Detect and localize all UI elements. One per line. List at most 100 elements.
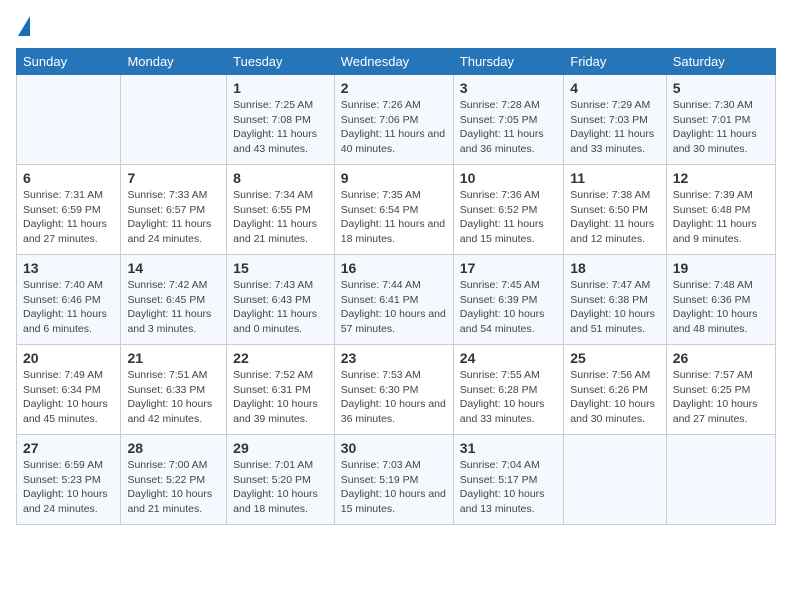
day-number: 21 [127, 350, 220, 366]
day-number: 12 [673, 170, 769, 186]
day-info: Sunrise: 7:55 AMSunset: 6:28 PMDaylight:… [460, 368, 557, 427]
calendar-cell: 4 Sunrise: 7:29 AMSunset: 7:03 PMDaylight… [564, 75, 666, 165]
calendar-cell: 25 Sunrise: 7:56 AMSunset: 6:26 PMDayligh… [564, 345, 666, 435]
calendar-cell [121, 75, 227, 165]
day-info: Sunrise: 7:29 AMSunset: 7:03 PMDaylight:… [570, 98, 659, 157]
day-number: 26 [673, 350, 769, 366]
header-cell-saturday: Saturday [666, 49, 775, 75]
calendar-cell: 9 Sunrise: 7:35 AMSunset: 6:54 PMDaylight… [334, 165, 453, 255]
day-number: 5 [673, 80, 769, 96]
day-number: 6 [23, 170, 114, 186]
header-cell-tuesday: Tuesday [227, 49, 335, 75]
logo [16, 16, 30, 36]
calendar-cell: 23Sunrise: 7:53 AMSunset: 6:30 PMDayligh… [334, 345, 453, 435]
day-number: 1 [233, 80, 328, 96]
calendar-cell: 31 Sunrise: 7:04 AMSunset: 5:17 PMDayligh… [453, 435, 563, 525]
day-info: Sunrise: 7:40 AMSunset: 6:46 PMDaylight:… [23, 278, 114, 337]
day-number: 28 [127, 440, 220, 456]
calendar-cell: 13 Sunrise: 7:40 AMSunset: 6:46 PMDayligh… [17, 255, 121, 345]
logo-triangle-icon [18, 16, 30, 36]
header-row: SundayMondayTuesdayWednesdayThursdayFrid… [17, 49, 776, 75]
header-cell-friday: Friday [564, 49, 666, 75]
day-info: Sunrise: 7:56 AMSunset: 6:26 PMDaylight:… [570, 368, 659, 427]
calendar-cell: 18Sunrise: 7:47 AMSunset: 6:38 PMDayligh… [564, 255, 666, 345]
calendar-cell: 19 Sunrise: 7:48 AMSunset: 6:36 PMDayligh… [666, 255, 775, 345]
day-number: 10 [460, 170, 557, 186]
calendar-cell: 26Sunrise: 7:57 AMSunset: 6:25 PMDayligh… [666, 345, 775, 435]
day-number: 11 [570, 170, 659, 186]
day-info: Sunrise: 7:03 AMSunset: 5:19 PMDaylight:… [341, 458, 447, 517]
page-header [16, 16, 776, 36]
header-cell-thursday: Thursday [453, 49, 563, 75]
day-info: Sunrise: 7:51 AMSunset: 6:33 PMDaylight:… [127, 368, 220, 427]
day-info: Sunrise: 7:38 AMSunset: 6:50 PMDaylight:… [570, 188, 659, 247]
day-info: Sunrise: 7:30 AMSunset: 7:01 PMDaylight:… [673, 98, 769, 157]
week-row-5: 27Sunrise: 6:59 AMSunset: 5:23 PMDayligh… [17, 435, 776, 525]
day-info: Sunrise: 7:49 AMSunset: 6:34 PMDaylight:… [23, 368, 114, 427]
day-number: 8 [233, 170, 328, 186]
day-number: 16 [341, 260, 447, 276]
calendar-cell: 1 Sunrise: 7:25 AMSunset: 7:08 PMDaylight… [227, 75, 335, 165]
day-info: Sunrise: 7:42 AMSunset: 6:45 PMDaylight:… [127, 278, 220, 337]
day-number: 14 [127, 260, 220, 276]
day-info: Sunrise: 7:47 AMSunset: 6:38 PMDaylight:… [570, 278, 659, 337]
day-info: Sunrise: 7:33 AMSunset: 6:57 PMDaylight:… [127, 188, 220, 247]
calendar-cell: 14 Sunrise: 7:42 AMSunset: 6:45 PMDayligh… [121, 255, 227, 345]
calendar-cell [666, 435, 775, 525]
day-info: Sunrise: 7:28 AMSunset: 7:05 PMDaylight:… [460, 98, 557, 157]
day-info: Sunrise: 7:01 AMSunset: 5:20 PMDaylight:… [233, 458, 328, 517]
header-cell-monday: Monday [121, 49, 227, 75]
calendar-cell: 6 Sunrise: 7:31 AMSunset: 6:59 PMDaylight… [17, 165, 121, 255]
day-info: Sunrise: 7:48 AMSunset: 6:36 PMDaylight:… [673, 278, 769, 337]
day-number: 17 [460, 260, 557, 276]
calendar-cell: 20Sunrise: 7:49 AMSunset: 6:34 PMDayligh… [17, 345, 121, 435]
calendar-cell: 30 Sunrise: 7:03 AMSunset: 5:19 PMDayligh… [334, 435, 453, 525]
day-number: 27 [23, 440, 114, 456]
day-info: Sunrise: 7:35 AMSunset: 6:54 PMDaylight:… [341, 188, 447, 247]
day-info: Sunrise: 7:44 AMSunset: 6:41 PMDaylight:… [341, 278, 447, 337]
day-number: 7 [127, 170, 220, 186]
day-number: 4 [570, 80, 659, 96]
day-info: Sunrise: 7:26 AMSunset: 7:06 PMDaylight:… [341, 98, 447, 157]
calendar-table: SundayMondayTuesdayWednesdayThursdayFrid… [16, 48, 776, 525]
calendar-cell: 21 Sunrise: 7:51 AMSunset: 6:33 PMDayligh… [121, 345, 227, 435]
day-number: 29 [233, 440, 328, 456]
day-info: Sunrise: 7:34 AMSunset: 6:55 PMDaylight:… [233, 188, 328, 247]
day-number: 9 [341, 170, 447, 186]
day-number: 23 [341, 350, 447, 366]
calendar-cell: 27Sunrise: 6:59 AMSunset: 5:23 PMDayligh… [17, 435, 121, 525]
day-info: Sunrise: 7:25 AMSunset: 7:08 PMDaylight:… [233, 98, 328, 157]
day-info: Sunrise: 7:45 AMSunset: 6:39 PMDaylight:… [460, 278, 557, 337]
day-info: Sunrise: 7:39 AMSunset: 6:48 PMDaylight:… [673, 188, 769, 247]
day-number: 25 [570, 350, 659, 366]
day-number: 19 [673, 260, 769, 276]
day-info: Sunrise: 7:04 AMSunset: 5:17 PMDaylight:… [460, 458, 557, 517]
week-row-1: 1 Sunrise: 7:25 AMSunset: 7:08 PMDaylight… [17, 75, 776, 165]
day-info: Sunrise: 7:31 AMSunset: 6:59 PMDaylight:… [23, 188, 114, 247]
day-number: 13 [23, 260, 114, 276]
calendar-cell: 2 Sunrise: 7:26 AMSunset: 7:06 PMDaylight… [334, 75, 453, 165]
calendar-cell: 12 Sunrise: 7:39 AMSunset: 6:48 PMDayligh… [666, 165, 775, 255]
week-row-4: 20Sunrise: 7:49 AMSunset: 6:34 PMDayligh… [17, 345, 776, 435]
day-info: Sunrise: 7:36 AMSunset: 6:52 PMDaylight:… [460, 188, 557, 247]
calendar-cell: 24Sunrise: 7:55 AMSunset: 6:28 PMDayligh… [453, 345, 563, 435]
calendar-cell: 28Sunrise: 7:00 AMSunset: 5:22 PMDayligh… [121, 435, 227, 525]
calendar-cell: 22Sunrise: 7:52 AMSunset: 6:31 PMDayligh… [227, 345, 335, 435]
calendar-cell: 3Sunrise: 7:28 AMSunset: 7:05 PMDaylight… [453, 75, 563, 165]
calendar-cell: 5 Sunrise: 7:30 AMSunset: 7:01 PMDaylight… [666, 75, 775, 165]
calendar-cell: 15 Sunrise: 7:43 AMSunset: 6:43 PMDayligh… [227, 255, 335, 345]
week-row-2: 6 Sunrise: 7:31 AMSunset: 6:59 PMDaylight… [17, 165, 776, 255]
calendar-cell: 10 Sunrise: 7:36 AMSunset: 6:52 PMDayligh… [453, 165, 563, 255]
day-number: 2 [341, 80, 447, 96]
day-info: Sunrise: 7:43 AMSunset: 6:43 PMDaylight:… [233, 278, 328, 337]
header-cell-sunday: Sunday [17, 49, 121, 75]
day-info: Sunrise: 7:52 AMSunset: 6:31 PMDaylight:… [233, 368, 328, 427]
calendar-cell: 11 Sunrise: 7:38 AMSunset: 6:50 PMDayligh… [564, 165, 666, 255]
calendar-cell: 7 Sunrise: 7:33 AMSunset: 6:57 PMDaylight… [121, 165, 227, 255]
calendar-cell [17, 75, 121, 165]
day-number: 15 [233, 260, 328, 276]
week-row-3: 13 Sunrise: 7:40 AMSunset: 6:46 PMDayligh… [17, 255, 776, 345]
calendar-cell: 8 Sunrise: 7:34 AMSunset: 6:55 PMDaylight… [227, 165, 335, 255]
day-number: 31 [460, 440, 557, 456]
day-number: 30 [341, 440, 447, 456]
